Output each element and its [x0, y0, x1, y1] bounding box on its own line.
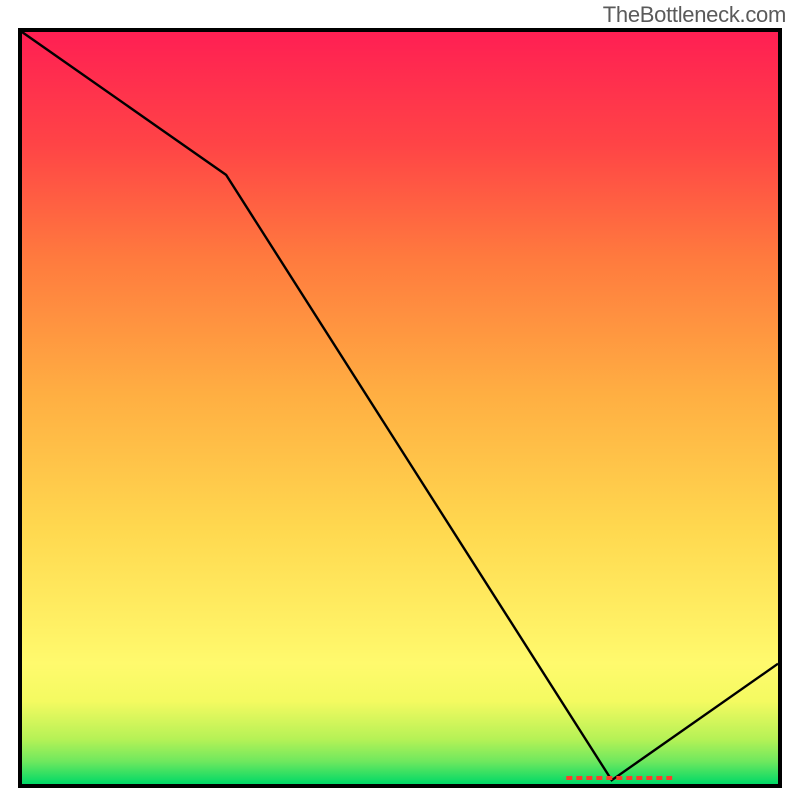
plot-background [22, 32, 778, 784]
bottleneck-chart [0, 0, 800, 800]
watermark-text: TheBottleneck.com [603, 2, 786, 28]
chart-container: TheBottleneck.com [0, 0, 800, 800]
